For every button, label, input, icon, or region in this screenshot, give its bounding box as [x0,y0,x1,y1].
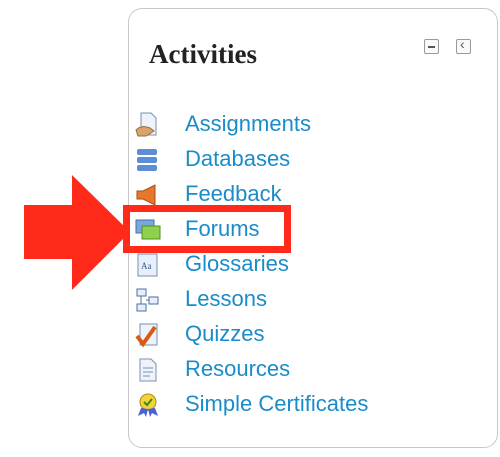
quiz-icon [135,323,158,348]
minimize-icon[interactable] [424,39,439,54]
activity-label[interactable]: Quizzes [185,321,264,347]
forums-highlight-box [123,205,291,253]
lesson-icon [136,288,159,312]
block-title: Activities [149,39,257,69]
database-icon [137,149,157,171]
activity-label[interactable]: Glossaries [185,251,289,277]
activity-item-resources[interactable]: Resources [135,353,435,385]
glossary-icon: Aa [137,253,158,277]
activity-label[interactable]: Assignments [185,111,311,137]
activity-label[interactable]: Databases [185,146,290,172]
activity-label[interactable]: Lessons [185,286,267,312]
activity-label[interactable]: Simple Certificates [185,391,368,417]
activity-item-lessons[interactable]: Lessons [135,283,435,315]
dock-icon[interactable] [456,36,471,54]
svg-text:Aa: Aa [141,261,152,271]
activity-item-simple-certificates[interactable]: Simple Certificates [135,388,435,420]
activity-label[interactable]: Resources [185,356,290,382]
annotation-arrow-icon [24,175,130,290]
activity-label[interactable]: Feedback [185,181,282,207]
certificate-icon [138,393,158,417]
activity-item-quizzes[interactable]: Quizzes [135,318,435,350]
activity-item-databases[interactable]: Databases [135,143,435,175]
assignment-icon [135,112,157,137]
resource-icon [139,358,157,382]
activity-item-assignments[interactable]: Assignments [135,108,435,140]
